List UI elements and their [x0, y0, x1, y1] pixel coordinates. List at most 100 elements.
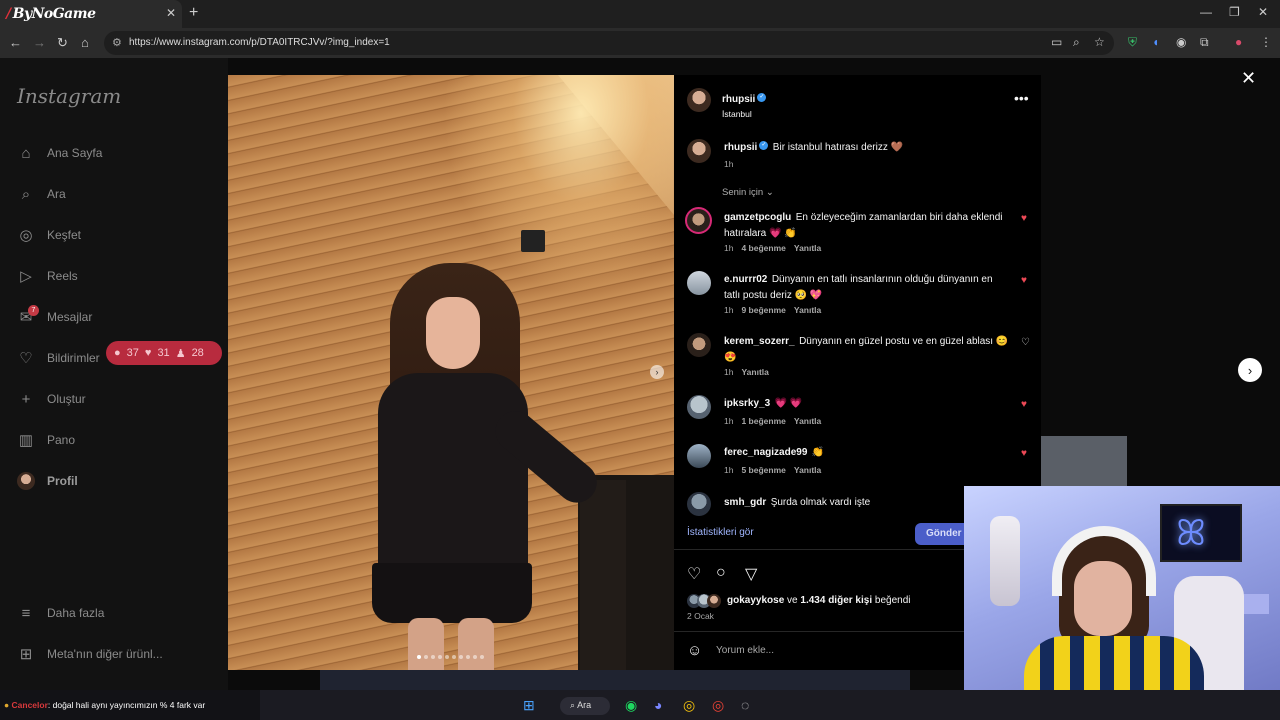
- commenter-avatar[interactable]: [685, 207, 712, 234]
- menu-icon: ≡: [21, 604, 31, 622]
- chrome-icon[interactable]: ◎: [683, 697, 695, 714]
- extension-icon[interactable]: ◉: [1176, 35, 1186, 49]
- sidebar-item-profile[interactable]: Profil: [17, 472, 78, 490]
- comment-icon: ●: [114, 347, 121, 359]
- commenter-avatar[interactable]: [687, 444, 711, 468]
- puzzle-icon[interactable]: ⧉: [1200, 35, 1209, 50]
- liked-by-avatars: [687, 594, 721, 608]
- chrome-profile-icon[interactable]: ◎: [712, 697, 724, 714]
- commenter-avatar[interactable]: [687, 271, 711, 295]
- close-tab-icon[interactable]: ✕: [166, 6, 176, 20]
- taskbar-search[interactable]: ⌕ Ara: [560, 697, 610, 715]
- comment-meta: 1h 5 beğenme Yanıtla: [724, 465, 822, 475]
- webcam-overlay: ꕤ: [964, 486, 1280, 720]
- next-image-button[interactable]: ›: [650, 365, 664, 379]
- profile-avatar[interactable]: ●: [1235, 35, 1242, 49]
- sidebar-item-meta[interactable]: ⊞ Meta'nın diğer ürünl...: [17, 645, 163, 663]
- verified-icon: ✓: [759, 141, 769, 151]
- heart-outline-icon[interactable]: ♡: [1021, 337, 1030, 348]
- reload-icon[interactable]: ↻: [57, 35, 68, 51]
- like-heart-icon[interactable]: ♡: [687, 564, 701, 584]
- shield-extension-icon[interactable]: ⛨: [1128, 35, 1137, 50]
- author-avatar[interactable]: [687, 139, 711, 163]
- home-icon: ⌂: [21, 144, 31, 162]
- liked-by-text: gokayykose ve 1.434 diğer kişi beğendi: [727, 595, 911, 606]
- bookmark-star-icon[interactable]: ☆: [1094, 35, 1105, 49]
- home-icon[interactable]: ⌂: [81, 35, 89, 50]
- background-thumbnail: [1041, 436, 1127, 488]
- verified-icon: ✓: [757, 93, 767, 103]
- liked-heart-icon[interactable]: ♥: [1021, 448, 1027, 459]
- post-photo[interactable]: ›: [228, 75, 674, 670]
- reels-icon: ▷: [20, 268, 32, 285]
- liked-heart-icon[interactable]: ♥: [1021, 213, 1027, 224]
- messages-badge: 7: [28, 305, 39, 316]
- follow-icon: ♟: [175, 347, 186, 360]
- audio-extension-icon[interactable]: ◖: [1152, 35, 1159, 49]
- forward-icon[interactable]: →: [33, 35, 46, 50]
- instagram-logo[interactable]: Instagram: [17, 84, 121, 108]
- comment-meta: 1h Yanıtla: [724, 367, 769, 377]
- sidebar-item-reels[interactable]: ▷ Reels: [17, 267, 77, 285]
- comment-meta: 1h 1 beğenme Yanıtla: [724, 416, 822, 426]
- dashboard-icon: ▥: [18, 432, 34, 449]
- wall-lamp: [521, 230, 545, 252]
- restore-icon[interactable]: ❐: [1229, 5, 1240, 19]
- view-insights-link[interactable]: İstatistikleri gör: [687, 527, 754, 538]
- commenter-avatar[interactable]: [687, 395, 711, 419]
- browser-tab-bar: / ByNoGame ✕ + — ❐ ✕: [0, 0, 1280, 28]
- more-options-icon[interactable]: •••: [1014, 90, 1029, 106]
- close-modal-icon[interactable]: ✕: [1241, 68, 1256, 89]
- comment-bubble-icon[interactable]: ○: [716, 564, 726, 582]
- cast-icon[interactable]: ▭: [1051, 35, 1062, 49]
- like-icon: ♥: [144, 347, 152, 359]
- author-username[interactable]: rhupsii: [722, 94, 755, 105]
- plus-icon: +: [21, 390, 31, 408]
- author-header: rhupsii ✓ İstanbul: [722, 89, 767, 119]
- minimize-icon[interactable]: —: [1200, 5, 1212, 19]
- next-post-button[interactable]: ›: [1238, 358, 1262, 382]
- sidebar-item-notifications[interactable]: ♡ Bildirimler: [17, 349, 99, 367]
- liked-heart-icon[interactable]: ♥: [1021, 275, 1027, 286]
- chevron-right-icon: ›: [1247, 362, 1253, 378]
- commenter-avatar[interactable]: [687, 333, 711, 357]
- window-close-icon[interactable]: ✕: [1258, 5, 1268, 19]
- sort-dropdown[interactable]: Senin için ⌄: [722, 187, 774, 198]
- sidebar-item-explore[interactable]: ◎ Keşfet: [17, 226, 81, 244]
- share-icon[interactable]: ▽: [745, 564, 757, 584]
- address-bar[interactable]: ⚙ https://www.instagram.com/p/DTA0ITRCJV…: [104, 31, 1114, 55]
- sidebar-item-dashboard[interactable]: ▥ Pano: [17, 431, 75, 449]
- meta-apps-icon: ⊞: [19, 646, 33, 663]
- sidebar-item-home[interactable]: ⌂ Ana Sayfa: [17, 144, 102, 162]
- back-icon[interactable]: ←: [9, 35, 22, 50]
- avatar: [17, 472, 35, 490]
- search-icon: ⌕: [570, 700, 576, 710]
- comment-meta: 1h 9 beğenme Yanıtla: [724, 305, 822, 315]
- notifications-pill[interactable]: ● 37 ♥ 31 ♟ 28: [106, 341, 222, 365]
- butterfly-frame: ꕤ: [1160, 504, 1242, 562]
- taskbar: ● Cancelor: doğal hali aynı yayıncımızın…: [0, 690, 1280, 720]
- sidebar-item-more[interactable]: ≡ Daha fazla: [17, 604, 105, 622]
- microphone: [990, 516, 1020, 606]
- sidebar-item-create[interactable]: + Oluştur: [17, 390, 86, 408]
- comment-input[interactable]: Yorum ekle...: [716, 645, 774, 656]
- person-figure: [338, 263, 605, 670]
- discord-icon[interactable]: ◕: [654, 697, 662, 713]
- windows-start-icon[interactable]: ⊞: [523, 697, 535, 714]
- browser-tab[interactable]: / ByNoGame ✕: [0, 0, 182, 28]
- spotify-icon[interactable]: ◉: [625, 697, 637, 714]
- comment-item: kerem_sozerr_ Dünyanın en güzel postu ve…: [724, 336, 1009, 363]
- new-tab-icon[interactable]: +: [189, 4, 198, 22]
- post-location[interactable]: İstanbul: [722, 109, 766, 119]
- liked-heart-icon[interactable]: ♥: [1021, 399, 1027, 410]
- sidebar-item-search[interactable]: ⌕ Ara: [17, 185, 66, 203]
- tab-title: / ByNoGame: [6, 6, 96, 22]
- obs-icon[interactable]: ◌: [741, 697, 749, 713]
- headset: [1052, 526, 1156, 596]
- site-info-icon[interactable]: ⚙: [112, 36, 122, 49]
- more-menu-icon[interactable]: ⋮: [1260, 35, 1272, 49]
- emoji-icon[interactable]: ☺: [687, 642, 702, 659]
- author-avatar[interactable]: [687, 88, 711, 112]
- zoom-icon[interactable]: ⌕: [1073, 35, 1080, 50]
- commenter-avatar[interactable]: [687, 492, 711, 516]
